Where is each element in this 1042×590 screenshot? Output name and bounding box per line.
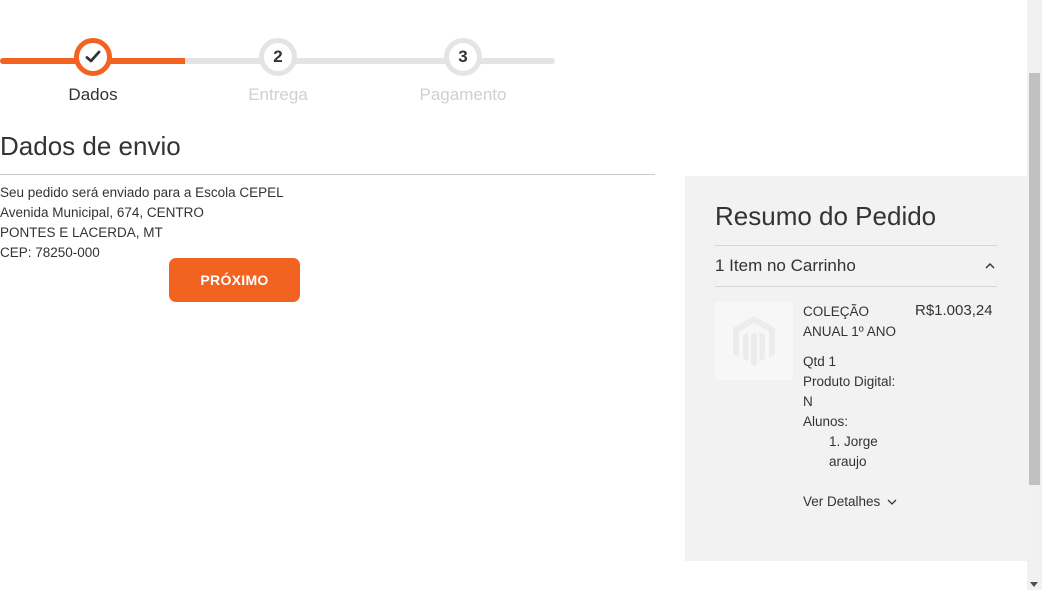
cart-items-toggle[interactable]: 1 Item no Carrinho	[715, 246, 997, 287]
checkout-progress: Dados 2 Entrega 3 Pagamento	[0, 38, 560, 118]
digital-label: Produto Digital:	[803, 374, 896, 389]
page-scrollbar[interactable]	[1027, 0, 1042, 590]
scroll-down-arrow-icon[interactable]	[1030, 582, 1038, 587]
step-dados[interactable]: Dados	[33, 38, 153, 105]
checkmark-icon	[85, 50, 101, 63]
step-label: Dados	[68, 85, 118, 104]
students-label: Alunos:	[803, 414, 849, 429]
view-details-label: Ver Detalhes	[803, 494, 881, 509]
summary-title: Resumo do Pedido	[715, 201, 997, 246]
magento-logo-icon	[733, 316, 775, 366]
chevron-up-icon	[985, 263, 995, 269]
item-details: COLEÇÃO ANUAL 1º ANO Qtd 1 Produto Digit…	[803, 302, 908, 512]
step-complete-circle	[74, 38, 112, 76]
student-item: 1. Jorge araujo	[829, 434, 878, 469]
shipping-title: Dados de envio	[0, 131, 655, 175]
step-pagamento: 3 Pagamento	[403, 38, 523, 105]
shipping-section: Dados de envio Seu pedido será enviado p…	[0, 131, 655, 302]
product-image	[715, 302, 793, 380]
student-list: 1. Jorge araujo	[803, 432, 908, 472]
view-details-toggle[interactable]: Ver Detalhes	[803, 492, 908, 512]
address-city: PONTES E LACERDA, MT	[0, 225, 163, 240]
address-street: Avenida Municipal, 674, CENTRO	[0, 205, 204, 220]
step-label: Entrega	[248, 85, 308, 104]
chevron-down-icon	[887, 499, 897, 505]
item-qty: Qtd 1	[803, 354, 837, 369]
product-name: COLEÇÃO ANUAL 1º ANO	[803, 304, 896, 339]
cart-item: COLEÇÃO ANUAL 1º ANO Qtd 1 Produto Digit…	[715, 302, 997, 512]
shipping-address: Seu pedido será enviado para a Escola CE…	[0, 183, 655, 263]
step-entrega: 2 Entrega	[218, 38, 338, 105]
digital-value: N	[803, 394, 813, 409]
next-button[interactable]: PRÓXIMO	[169, 258, 300, 302]
step-number: 3	[444, 38, 482, 76]
step-label: Pagamento	[419, 85, 507, 104]
address-postcode: CEP: 78250-000	[0, 245, 100, 260]
order-summary: Resumo do Pedido 1 Item no Carrinho COLE…	[685, 176, 1027, 561]
cart-items-count: 1 Item no Carrinho	[715, 256, 856, 275]
step-number: 2	[259, 38, 297, 76]
scrollbar-thumb[interactable]	[1029, 73, 1040, 485]
product-price: R$1.003,24	[915, 302, 993, 319]
shipping-message: Seu pedido será enviado para a Escola CE…	[0, 185, 284, 200]
